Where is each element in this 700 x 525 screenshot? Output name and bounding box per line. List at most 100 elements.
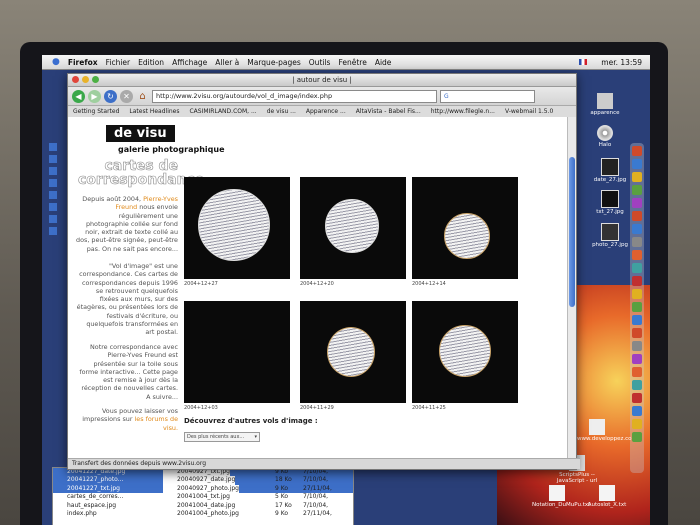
photo-thumbnail[interactable] — [300, 177, 406, 279]
desktop-icon-halo[interactable]: Halo — [585, 125, 625, 148]
menu-aller[interactable]: Aller à — [215, 58, 239, 67]
menu-clock[interactable]: mer. 13:59 — [601, 58, 642, 67]
google-icon: G — [444, 92, 449, 100]
back-button[interactable]: ◀ — [72, 89, 85, 103]
dock-app-icon[interactable] — [632, 250, 642, 260]
menu-fichier[interactable]: Fichier — [106, 58, 131, 67]
desktop-icon-apparence[interactable]: apparence — [585, 93, 625, 116]
folder-icon[interactable] — [49, 215, 57, 223]
reload-button[interactable]: ↻ — [104, 89, 117, 103]
vertical-scrollbar[interactable] — [567, 117, 576, 459]
dock-app-icon[interactable] — [632, 211, 642, 221]
photo-thumbnail[interactable] — [412, 177, 518, 279]
zoom-icon[interactable] — [92, 76, 99, 83]
site-logo[interactable]: de visu — [106, 125, 175, 142]
dock-app-icon[interactable] — [632, 432, 642, 442]
window-controls — [72, 76, 99, 83]
close-icon[interactable] — [72, 76, 79, 83]
desktop-icon-date[interactable]: date_27.jpg — [590, 158, 630, 183]
window-titlebar[interactable]: | autour de visu | — [68, 74, 576, 87]
menu-app[interactable]: Firefox — [68, 58, 98, 67]
flag-icon[interactable] — [579, 58, 593, 67]
forward-button[interactable]: ▶ — [88, 89, 101, 103]
search-input[interactable]: G — [440, 89, 535, 103]
scrollbar-thumb[interactable] — [569, 157, 575, 307]
desktop-icon-developpez[interactable]: www.developpez.com — [577, 419, 637, 442]
bookmark-item[interactable]: Getting Started — [73, 108, 119, 115]
dock-app-icon[interactable] — [632, 146, 642, 156]
dock-app-icon[interactable] — [632, 237, 642, 247]
bookmark-item[interactable]: Apparence ... — [306, 108, 346, 115]
bookmark-item[interactable]: V-webmail 1.5.0 — [505, 108, 553, 115]
dock-app-icon[interactable] — [632, 354, 642, 364]
dock-app-icon[interactable] — [632, 159, 642, 169]
dock — [630, 143, 644, 473]
menu-fenetre[interactable]: Fenêtre — [338, 58, 366, 67]
stop-button[interactable]: ✕ — [120, 89, 133, 103]
menu-edition[interactable]: Edition — [138, 58, 164, 67]
folder-icon[interactable] — [49, 227, 57, 235]
bookmark-item[interactable]: AltaVista - Babel Fis... — [356, 108, 421, 115]
dock-app-icon[interactable] — [632, 224, 642, 234]
apple-icon[interactable]: ● — [52, 57, 60, 67]
folder-icon[interactable] — [49, 167, 57, 175]
desktop-icon-autoslot[interactable]: Autoslot_X.txt — [582, 485, 632, 508]
dock-app-icon[interactable] — [632, 419, 642, 429]
dock-app-icon[interactable] — [632, 302, 642, 312]
dock-app-icon[interactable] — [632, 341, 642, 351]
photo-card[interactable]: 2004+12+27 — [184, 177, 290, 287]
photo-card[interactable]: 2004+11+29 — [300, 301, 406, 411]
menu-outils[interactable]: Outils — [309, 58, 331, 67]
url-input[interactable]: http://www.2visu.org/autourde/vol_d_imag… — [152, 89, 437, 103]
photo-thumbnail[interactable] — [412, 301, 518, 403]
folder-icon[interactable] — [49, 143, 57, 151]
home-icon[interactable]: ⌂ — [136, 90, 149, 103]
bookmark-item[interactable]: CASIMIRLAND.COM, ... — [189, 108, 256, 115]
image-icon — [601, 223, 619, 241]
menu-bar: ● Firefox Fichier Edition Affichage Alle… — [42, 55, 650, 70]
dock-app-icon[interactable] — [632, 393, 642, 403]
bookmark-item[interactable]: http://www.filegle.n... — [431, 108, 495, 115]
menu-marque-pages[interactable]: Marque-pages — [247, 58, 301, 67]
folder-icon[interactable] — [49, 155, 57, 163]
dock-app-icon[interactable] — [632, 172, 642, 182]
intro-paragraph: Depuis août 2004, Pierre-Yves Freund nou… — [76, 195, 178, 253]
desktop-icon-txt[interactable]: txt_27.jpg — [590, 190, 630, 215]
dock-app-icon[interactable] — [632, 276, 642, 286]
photo-date: 2004+11+29 — [300, 405, 334, 411]
desktop-icon-photo[interactable]: photo_27.jpg — [590, 223, 630, 248]
dock-app-icon[interactable] — [632, 315, 642, 325]
forum-link[interactable]: les forums de visu. — [135, 415, 178, 431]
folder-icon[interactable] — [49, 179, 57, 187]
photo-card[interactable]: 2004+12+20 — [300, 177, 406, 287]
document-icon — [597, 93, 613, 109]
photo-thumbnail[interactable] — [300, 301, 406, 403]
dock-app-icon[interactable] — [632, 289, 642, 299]
dock-app-icon[interactable] — [632, 263, 642, 273]
dock-app-icon[interactable] — [632, 328, 642, 338]
desktop-icon-notation[interactable]: Notation_DuMuPu.txt — [532, 485, 590, 508]
bookmark-item[interactable]: Latest Headlines — [129, 108, 179, 115]
sort-select[interactable]: Des plus récents aux... ▾ — [184, 432, 260, 442]
menu-aide[interactable]: Aide — [375, 58, 392, 67]
menu-affichage[interactable]: Affichage — [172, 58, 207, 67]
dock-app-icon[interactable] — [632, 198, 642, 208]
discover-heading: Découvrez d'autres vols d'image : — [184, 417, 318, 425]
photo-thumbnail[interactable] — [184, 301, 290, 403]
dock-app-icon[interactable] — [632, 380, 642, 390]
photo-date: 2004+12+20 — [300, 281, 334, 287]
photo-card[interactable]: 2004+12+14 — [412, 177, 518, 287]
page-heading: cartes de correspondance — [78, 158, 205, 188]
chevron-down-icon: ▾ — [254, 434, 257, 440]
bookmark-item[interactable]: de visu ... — [267, 108, 296, 115]
nav-toolbar: ◀ ▶ ↻ ✕ ⌂ http://www.2visu.org/autourde/… — [68, 87, 576, 106]
photo-card[interactable]: 2004+12+03 — [184, 301, 290, 411]
dock-app-icon[interactable] — [632, 185, 642, 195]
dock-app-icon[interactable] — [632, 367, 642, 377]
minimize-icon[interactable] — [82, 76, 89, 83]
photo-thumbnail[interactable] — [184, 177, 290, 279]
folder-icon[interactable] — [49, 203, 57, 211]
folder-icon[interactable] — [49, 191, 57, 199]
dock-app-icon[interactable] — [632, 406, 642, 416]
photo-card[interactable]: 2004+11+25 — [412, 301, 518, 411]
